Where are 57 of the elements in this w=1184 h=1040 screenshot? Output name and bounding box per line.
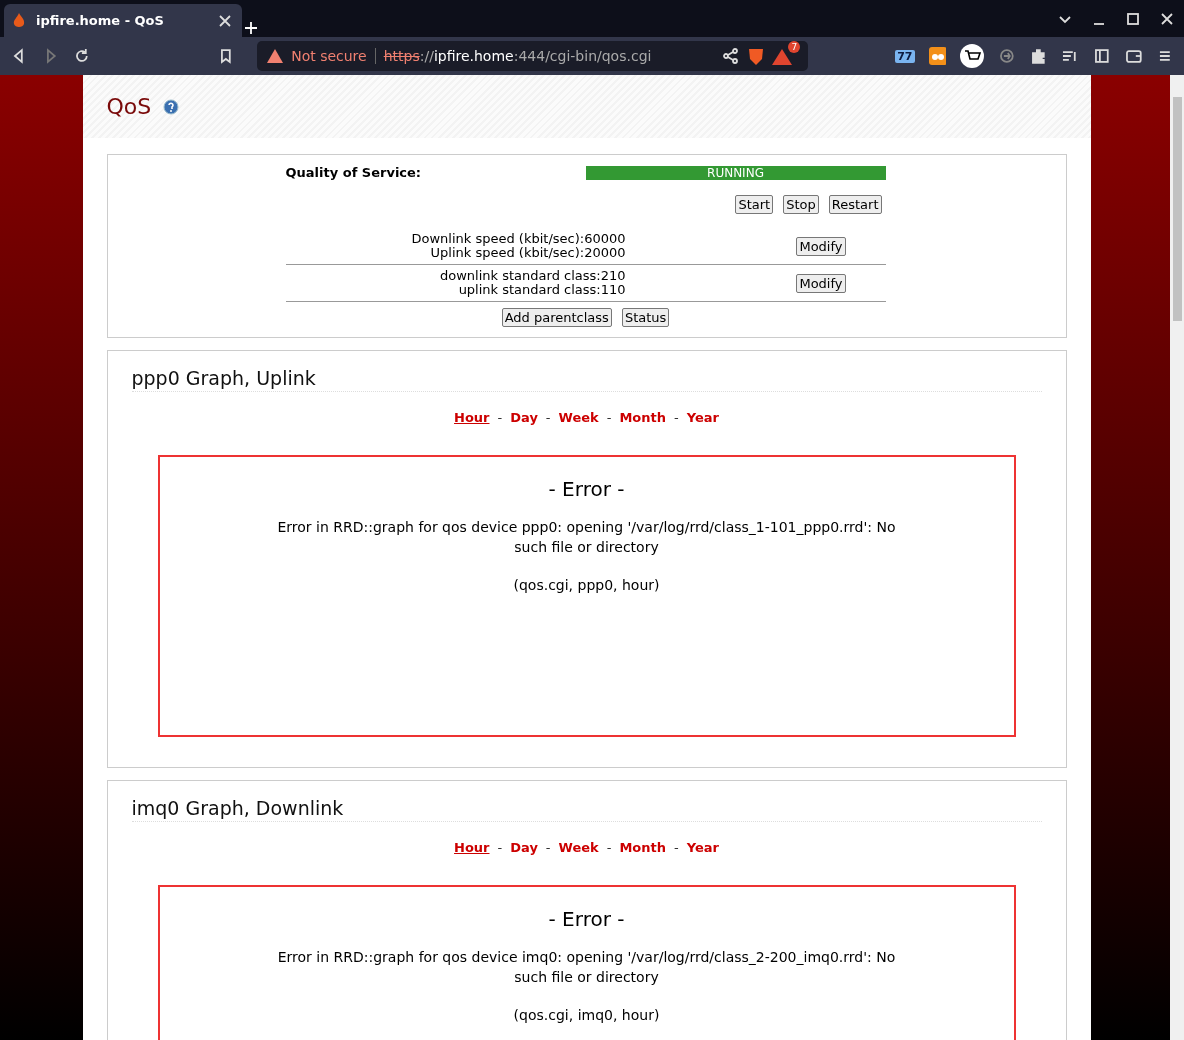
binoculars-icon[interactable] [928, 47, 947, 65]
separator: - [606, 410, 612, 425]
separator: - [497, 840, 503, 855]
rewards-badge: 7 [788, 41, 801, 53]
period-link[interactable]: Day [510, 840, 538, 855]
error-context: (qos.cgi, ppp0, hour) [512, 577, 661, 593]
separator: - [497, 410, 503, 425]
setting-text: downlink standard class:210 uplink standard class:110 [439, 269, 626, 297]
graph-title: ppp0 Graph, Uplink [131, 367, 1042, 392]
separator: - [674, 840, 679, 855]
separator: - [545, 840, 551, 855]
extension-badge[interactable]: 77 [895, 49, 915, 63]
puzzle-icon[interactable] [1029, 47, 1048, 65]
page-title: QoS [106, 94, 152, 119]
separator: - [674, 410, 679, 425]
tab-title: ipfire.home - QoS [36, 13, 164, 28]
setting-text: Downlink speed (kbit/sec):60000 Uplink speed (kbit/sec):20000 [410, 232, 626, 260]
error-title: - Error - [547, 907, 626, 931]
period-link[interactable]: Month [619, 840, 666, 855]
share-icon[interactable] [722, 47, 741, 65]
address-bar[interactable]: Not secure https://ipfire.home:444/cgi-bin/qos.cgi 7 [257, 41, 809, 71]
plus-icon[interactable] [242, 19, 260, 37]
triangle-icon[interactable] [772, 49, 793, 65]
modify-button[interactable]: Modify [796, 236, 846, 256]
period-link[interactable]: Hour [454, 840, 490, 855]
graph-title: imq0 Graph, Downlink [131, 797, 1042, 822]
status-label: Quality of Service: [285, 165, 422, 180]
error-context: (qos.cgi, imq0, hour) [512, 1007, 661, 1023]
help-icon[interactable] [163, 98, 180, 115]
period-link[interactable]: Day [510, 410, 538, 425]
period-link[interactable]: Week [558, 410, 599, 425]
status-bar: RUNNING [585, 165, 886, 180]
wallet-icon[interactable] [1124, 47, 1143, 65]
url-text: https://ipfire.home:444/cgi-bin/qos.cgi [383, 48, 652, 64]
service-button[interactable]: Restart [828, 195, 882, 214]
security-warning: Not secure [291, 48, 367, 64]
period-link[interactable]: Year [686, 840, 719, 855]
separator: - [545, 410, 551, 425]
action-button[interactable]: Status [621, 308, 670, 327]
cart-icon[interactable] [960, 44, 984, 68]
action-button[interactable]: Add parentclass [501, 308, 612, 327]
modify-button[interactable]: Modify [796, 273, 846, 293]
arrow-circle-icon[interactable] [997, 47, 1016, 65]
error-title: - Error - [547, 477, 626, 501]
period-link[interactable]: Week [558, 840, 599, 855]
error-message: Error in RRD::graph for qos device ppp0: opening '/var/log/rrd/class_1-101_ppp0.rrd': No such file or directory [276, 518, 897, 557]
browser-tab[interactable]: ipfire.home - QoS [4, 4, 242, 37]
period-link[interactable]: Month [619, 410, 666, 425]
error-message: Error in RRD::graph for qos device imq0: opening '/var/log/rrd/class_2-200_imq0.rrd': No such file or directory [276, 948, 897, 987]
period-link[interactable]: Hour [454, 410, 490, 425]
warning-icon [267, 49, 284, 63]
scrollbar[interactable] [1170, 75, 1184, 1040]
sidebar-icon[interactable] [1092, 47, 1111, 65]
service-button[interactable]: Stop [783, 195, 819, 214]
service-button[interactable]: Start [735, 195, 774, 214]
period-link[interactable]: Year [686, 410, 719, 425]
separator: - [606, 840, 612, 855]
